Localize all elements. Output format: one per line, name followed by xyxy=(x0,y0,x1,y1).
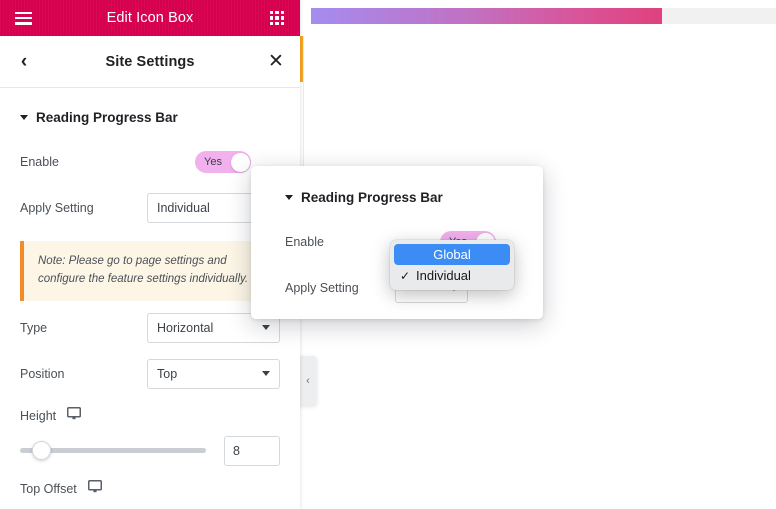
popup-section-title: Reading Progress Bar xyxy=(301,190,443,205)
page-title: Site Settings xyxy=(105,53,195,70)
desktop-monitor-icon[interactable] xyxy=(87,479,102,498)
dropdown-option-individual[interactable]: ✓ Individual xyxy=(394,265,510,286)
back-button[interactable]: ‹ xyxy=(8,36,40,87)
row-position: Position Top xyxy=(0,355,300,393)
height-input[interactable] xyxy=(224,435,280,466)
top-offset-label-row: Top Offset xyxy=(0,479,300,498)
panel-collapse-handle[interactable]: ‹ xyxy=(299,356,317,406)
popup-apply-setting-label: Apply Setting xyxy=(285,281,359,295)
checkmark-icon: ✓ xyxy=(400,268,411,283)
height-slider[interactable] xyxy=(20,441,214,461)
enable-toggle[interactable]: Yes xyxy=(195,151,251,173)
popup-section-reading-progress-bar[interactable]: Reading Progress Bar xyxy=(251,166,543,211)
position-select[interactable]: Top xyxy=(147,358,280,389)
toggle-knob xyxy=(230,152,250,172)
apply-setting-label: Apply Setting xyxy=(20,201,94,215)
note-text: Note: Please go to page settings and con… xyxy=(38,255,249,285)
enable-label: Enable xyxy=(20,155,59,169)
reading-progress-bar-track xyxy=(311,8,776,24)
chevron-down-icon xyxy=(262,325,270,331)
hamburger-icon xyxy=(14,11,32,25)
chevron-left-icon: ‹ xyxy=(306,374,310,387)
position-label: Position xyxy=(20,366,65,381)
height-label: Height xyxy=(20,408,57,423)
dropdown-option-label: Individual xyxy=(416,268,471,283)
note-box: Note: Please go to page settings and con… xyxy=(20,241,280,301)
position-value: Top xyxy=(157,366,178,381)
app-root: ‹ Edit Icon Box ‹ Site Settings ✕ Readin… xyxy=(0,0,776,509)
height-slider-row xyxy=(0,435,300,466)
chevron-down-icon xyxy=(285,195,293,200)
grid-apps-icon xyxy=(270,11,284,25)
reading-progress-bar-popup: Reading Progress Bar Enable Yes Apply Se… xyxy=(251,166,543,319)
dropdown-option-label: Global xyxy=(433,247,471,262)
reading-progress-bar-fill xyxy=(311,8,663,24)
editor-topbar: Edit Icon Box xyxy=(0,0,300,36)
top-offset-label: Top Offset xyxy=(20,481,77,496)
editor-title: Edit Icon Box xyxy=(106,10,194,26)
close-button[interactable]: ✕ xyxy=(260,36,292,87)
height-label-row: Height xyxy=(0,406,300,425)
apply-setting-value: Individual xyxy=(157,201,210,215)
chevron-down-icon xyxy=(20,115,28,120)
popup-enable-label: Enable xyxy=(285,235,324,249)
slider-thumb[interactable] xyxy=(32,441,51,461)
site-settings-header: ‹ Site Settings ✕ xyxy=(0,36,300,88)
type-label: Type xyxy=(20,320,48,335)
enable-toggle-label: Yes xyxy=(204,156,222,168)
dropdown-option-global[interactable]: Global xyxy=(394,244,510,265)
section-title: Reading Progress Bar xyxy=(36,110,178,125)
section-reading-progress-bar[interactable]: Reading Progress Bar xyxy=(0,88,300,131)
hamburger-menu-button[interactable] xyxy=(6,0,40,36)
chevron-down-icon xyxy=(262,371,270,377)
desktop-monitor-icon[interactable] xyxy=(67,406,82,425)
apply-setting-dropdown-menu: Global ✓ Individual xyxy=(390,240,514,290)
apps-grid-button[interactable] xyxy=(260,0,294,36)
type-value: Horizontal xyxy=(157,320,214,335)
